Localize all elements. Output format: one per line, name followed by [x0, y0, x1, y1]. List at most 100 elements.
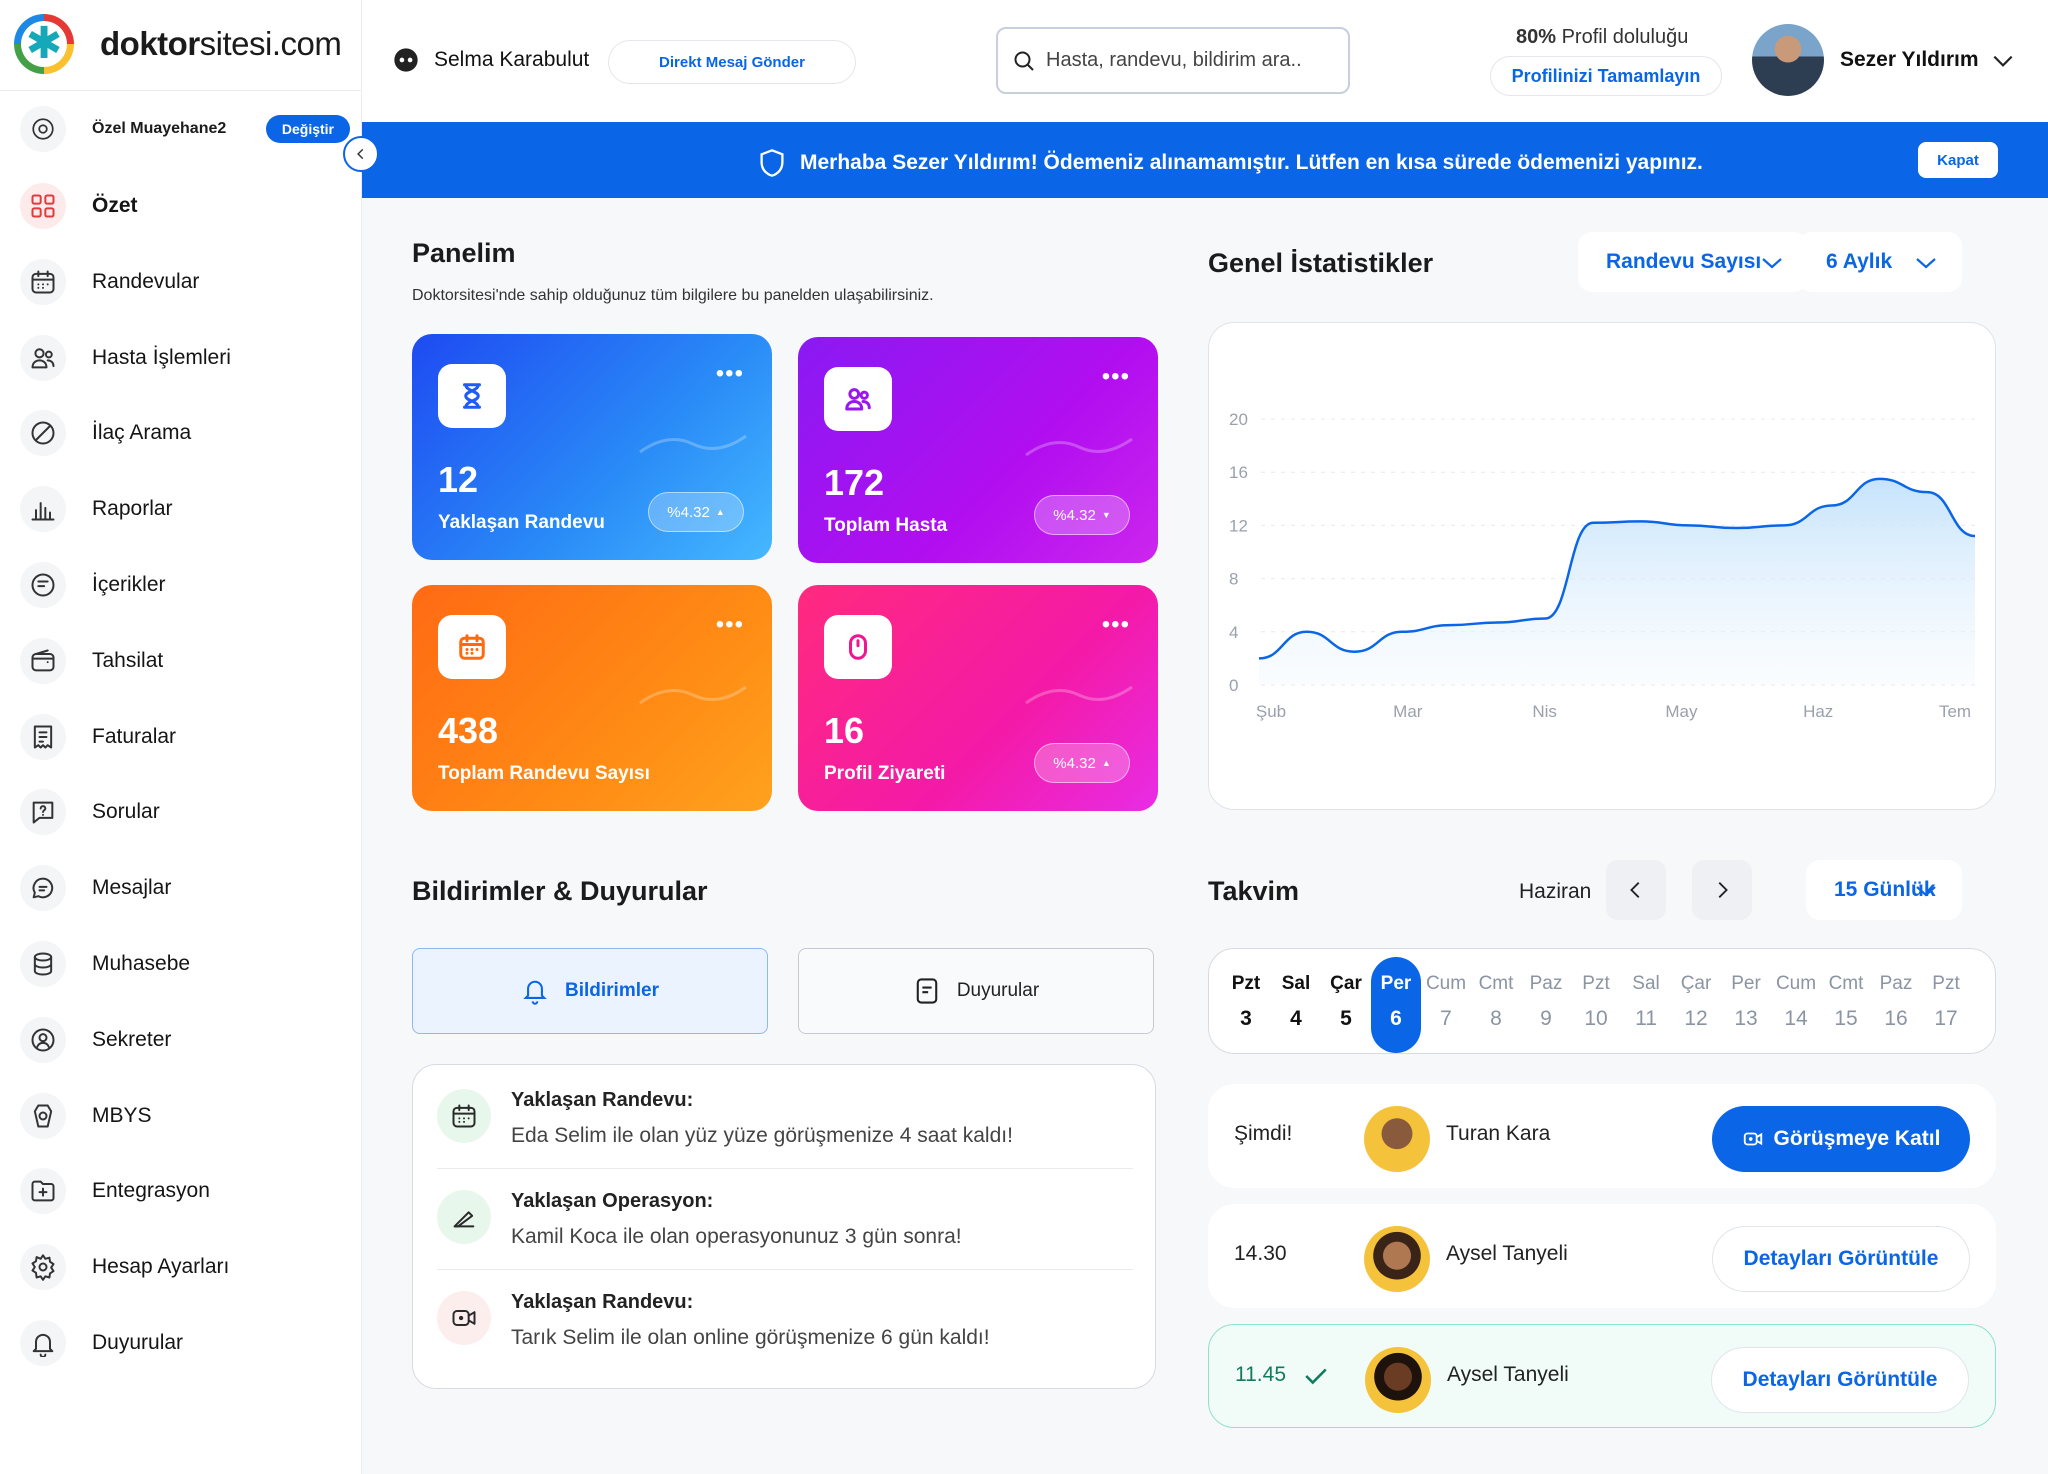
- change-clinic-button[interactable]: Değiştir: [265, 115, 350, 143]
- sidebar-item-i-laç-arama[interactable]: İlaç Arama: [20, 410, 191, 457]
- avatar: [1365, 1347, 1431, 1413]
- day-name: Cmt: [1828, 973, 1864, 994]
- sidebar-item-raporlar[interactable]: Raporlar: [20, 486, 173, 533]
- day-name: Cmt: [1478, 973, 1514, 994]
- sidebar: ✱ doktorsitesi.com Özel Muayehane2 Değiş…: [0, 0, 362, 1474]
- sidebar-item-faturalar[interactable]: Faturalar: [20, 713, 176, 760]
- user-name[interactable]: Sezer Yıldırım: [1840, 48, 1979, 72]
- scalpel-icon: [437, 1190, 491, 1244]
- messages-icon: [20, 865, 66, 912]
- calendar-prev-button[interactable]: [1606, 860, 1666, 920]
- calendar-day[interactable]: Pzt 3: [1221, 973, 1271, 1031]
- appointment-time: Şimdi!: [1234, 1122, 1293, 1145]
- sidebar-item-entegrasyon[interactable]: Entegrasyon: [20, 1168, 210, 1215]
- banner-message: Merhaba Sezer Yıldırım! Ödemeniz alınama…: [758, 148, 1703, 178]
- period-select[interactable]: 6 Aylık: [1798, 232, 1962, 292]
- patient-name: Turan Kara: [1446, 1122, 1551, 1145]
- calendar-month: Haziran: [1519, 880, 1592, 903]
- sidebar-item-label: Raporlar: [92, 497, 173, 521]
- search-input[interactable]: [1046, 49, 1326, 72]
- notification-item[interactable]: Yaklaşan Operasyon: Kamil Koca ile olan o…: [437, 1168, 1133, 1270]
- sidebar-item-randevular[interactable]: Randevular: [20, 258, 199, 305]
- calendar-day[interactable]: Per 13: [1721, 973, 1771, 1031]
- tab-notifications[interactable]: Bildirimler: [412, 948, 768, 1034]
- range-select[interactable]: 15 Günlük: [1806, 860, 1962, 920]
- direct-message-button[interactable]: Direkt Mesaj Gönder: [608, 40, 856, 84]
- statistics-chart: 0 4 8 12 16 20 Şub Mar Nis May Haz Tem: [1208, 322, 1996, 810]
- calendar-day[interactable]: Cmt 8: [1471, 973, 1521, 1031]
- logo[interactable]: ✱ doktorsitesi.com: [14, 14, 342, 74]
- stat-card[interactable]: ••• 172 Toplam Hasta %4.32 ▼: [798, 337, 1158, 563]
- sidebar-item-label: Muhasebe: [92, 952, 191, 975]
- x-tick-label: Haz: [1803, 702, 1833, 721]
- calendar-day[interactable]: Sal 11: [1621, 973, 1671, 1031]
- sidebar-collapse-button[interactable]: [343, 136, 379, 172]
- notification-item[interactable]: Yaklaşan Randevu: Eda Selim ile olan yüz …: [437, 1067, 1133, 1169]
- complete-profile-button[interactable]: Profilinizi Tamamlayın: [1490, 56, 1722, 96]
- day-name: Sal: [1281, 973, 1311, 994]
- avatar[interactable]: [1752, 24, 1824, 96]
- sidebar-item-i-çerikler[interactable]: İçerikler: [20, 562, 166, 608]
- sidebar-item-mbys[interactable]: MBYS: [20, 1092, 152, 1139]
- x-tick-label: May: [1665, 702, 1698, 721]
- more-options-icon[interactable]: •••: [1102, 363, 1130, 391]
- question-icon: [20, 789, 66, 836]
- tab-announcements[interactable]: Duyurular: [798, 948, 1154, 1034]
- banner-close-button[interactable]: Kapat: [1918, 142, 1998, 178]
- day-name: Paz: [1529, 973, 1563, 994]
- calendar-day[interactable]: Cum 14: [1771, 973, 1821, 1031]
- notifications-list: Yaklaşan Randevu: Eda Selim ile olan yüz …: [412, 1064, 1156, 1389]
- day-number: 6: [1390, 1007, 1402, 1030]
- day-number: 9: [1540, 1007, 1552, 1030]
- calendar-day[interactable]: Per 6: [1371, 957, 1421, 1053]
- more-options-icon[interactable]: •••: [716, 360, 744, 388]
- wallet-icon: [20, 637, 66, 684]
- sidebar-item-duyurular[interactable]: Duyurular: [20, 1320, 183, 1366]
- sidebar-item-muhasebe[interactable]: Muhasebe: [20, 941, 190, 987]
- notification-desc: Eda Selim ile olan yüz yüze görüşmenize …: [511, 1124, 1013, 1147]
- calendar-day[interactable]: Cmt 15: [1821, 973, 1871, 1031]
- stat-label: Toplam Randevu Sayısı: [438, 763, 650, 784]
- more-options-icon[interactable]: •••: [1102, 611, 1130, 639]
- calendar-next-button[interactable]: [1692, 860, 1752, 920]
- x-tick-label: Nis: [1532, 702, 1557, 721]
- sidebar-item-sekreter[interactable]: Sekreter: [20, 1016, 171, 1063]
- appointment-time: 11.45: [1235, 1363, 1286, 1386]
- sidebar-item-hesap-ayarları[interactable]: Hesap Ayarları: [20, 1244, 230, 1291]
- chevron-down-icon[interactable]: [1990, 48, 2016, 74]
- sidebar-item-label: Hesap Ayarları: [92, 1255, 230, 1279]
- more-options-icon[interactable]: •••: [716, 611, 744, 639]
- sidebar-item-hasta-i-şlemleri[interactable]: Hasta İşlemleri: [20, 334, 231, 381]
- secretary-icon: [20, 1016, 66, 1063]
- calendar-day[interactable]: Paz 9: [1521, 973, 1571, 1031]
- calendar-day[interactable]: Sal 4: [1271, 973, 1321, 1031]
- sparkline-decoration: [639, 434, 747, 454]
- stat-card[interactable]: ••• 438 Toplam Randevu Sayısı: [412, 585, 772, 811]
- join-meeting-button[interactable]: Görüşmeye Katıl: [1712, 1106, 1970, 1172]
- calendar-day[interactable]: Çar 12: [1671, 973, 1721, 1031]
- sidebar-item-özet[interactable]: Özet: [20, 183, 138, 229]
- stat-value: 438: [438, 710, 499, 751]
- stat-card[interactable]: ••• 16 Profil Ziyareti %4.32 ▲: [798, 585, 1158, 811]
- notification-item[interactable]: Yaklaşan Randevu: Tarık Selim ile olan on…: [437, 1269, 1133, 1371]
- stat-card[interactable]: ••• 12 Yaklaşan Randevu %4.32 ▲: [412, 334, 772, 560]
- payment-alert-banner: Merhaba Sezer Yıldırım! Ödemeniz alınama…: [362, 122, 2048, 198]
- sidebar-item-tahsilat[interactable]: Tahsilat: [20, 637, 163, 684]
- calendar-day[interactable]: Paz 16: [1871, 973, 1921, 1031]
- y-tick-label: 0: [1229, 676, 1238, 695]
- view-details-button[interactable]: Detayları Görüntüle: [1711, 1347, 1969, 1413]
- metric-select[interactable]: Randevu Sayısı: [1578, 232, 1808, 292]
- calendar-day[interactable]: Pzt 10: [1571, 973, 1621, 1031]
- bell-icon: [20, 1320, 66, 1366]
- dashboard-icon: [20, 183, 66, 229]
- calendar-day-strip: Pzt 3 Sal 4 Çar 5 Per 6 Cum 7 Cmt 8 Paz 9 Pzt 10 Sal 11 Ça…: [1208, 948, 1996, 1054]
- chevron-down-icon: [1916, 258, 1936, 269]
- clinic-selector: Özel Muayehane2 Değiştir: [20, 106, 350, 152]
- sidebar-item-sorular[interactable]: Sorular: [20, 789, 160, 836]
- notification-title: Yaklaşan Randevu:: [511, 1291, 694, 1313]
- sidebar-item-mesajlar[interactable]: Mesajlar: [20, 865, 171, 912]
- calendar-day[interactable]: Cum 7: [1421, 973, 1471, 1031]
- view-details-button[interactable]: Detayları Görüntüle: [1712, 1226, 1970, 1292]
- calendar-day[interactable]: Çar 5: [1321, 973, 1371, 1031]
- calendar-day[interactable]: Pzt 17: [1921, 973, 1971, 1031]
